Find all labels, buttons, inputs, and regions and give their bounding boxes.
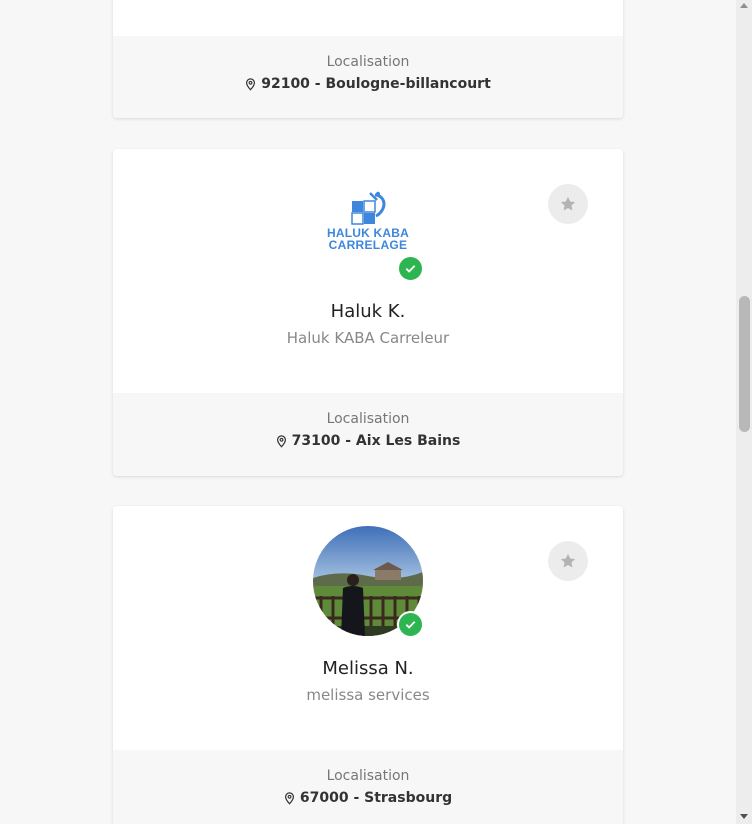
map-pin-icon xyxy=(284,791,294,805)
location-value: 67000 - Strasbourg xyxy=(284,790,452,806)
card-footer: Localisation 92100 - Boulogne-billancour… xyxy=(113,36,623,118)
location-value: 73100 - Aix Les Bains xyxy=(276,433,461,449)
location-value: 92100 - Boulogne-billancourt xyxy=(245,76,491,92)
artisan-card[interactable]: Localisation 92100 - Boulogne-billancour… xyxy=(113,0,623,118)
artisan-name[interactable]: Haluk K. xyxy=(113,301,623,322)
card-footer: Localisation 73100 - Aix Les Bains xyxy=(113,393,623,476)
artisan-card[interactable]: HALUK KABA CARRELAGE Haluk K. Haluk KABA… xyxy=(113,149,623,476)
location-label: Localisation xyxy=(326,411,410,427)
company-name: melissa services xyxy=(306,686,430,704)
location-text: 67000 - Strasbourg xyxy=(299,790,453,806)
card-body: HALUK KABA CARRELAGE Haluk K. Haluk KABA… xyxy=(113,149,623,393)
location-text: 73100 - Aix Les Bains xyxy=(291,433,461,449)
verified-badge xyxy=(397,611,424,638)
check-icon xyxy=(405,621,416,629)
scroll-thumb[interactable] xyxy=(739,296,750,432)
verified-badge xyxy=(397,255,424,282)
check-icon xyxy=(405,265,416,273)
artisan-list: Localisation 92100 - Boulogne-billancour… xyxy=(0,0,736,824)
artisan-name[interactable]: Melissa N. xyxy=(113,658,623,679)
scrollbar[interactable] xyxy=(736,0,752,824)
location-label: Localisation xyxy=(326,768,410,784)
favorite-button[interactable] xyxy=(548,184,588,224)
artisan-card[interactable]: Melissa N. melissa services Localisation… xyxy=(113,506,623,824)
location-label: Localisation xyxy=(326,54,410,70)
logo-text-line2: CARRELAGE xyxy=(328,238,408,252)
card-body xyxy=(113,0,623,36)
card-body: Melissa N. melissa services xyxy=(113,506,623,750)
scroll-up-arrow-icon[interactable] xyxy=(740,3,748,8)
company-logo: HALUK KABA CARRELAGE xyxy=(313,169,424,282)
location-text: 92100 - Boulogne-billancourt xyxy=(261,76,491,92)
map-pin-icon xyxy=(246,77,256,91)
tile-logo-icon xyxy=(351,191,386,225)
star-icon xyxy=(560,553,576,568)
scroll-down-arrow-icon[interactable] xyxy=(740,814,748,819)
star-icon xyxy=(560,196,576,211)
map-pin-icon xyxy=(276,434,286,448)
card-footer: Localisation 67000 - Strasbourg xyxy=(113,750,623,824)
avatar xyxy=(313,526,424,638)
company-name: Haluk KABA Carreleur xyxy=(286,329,450,347)
favorite-button[interactable] xyxy=(548,541,588,581)
